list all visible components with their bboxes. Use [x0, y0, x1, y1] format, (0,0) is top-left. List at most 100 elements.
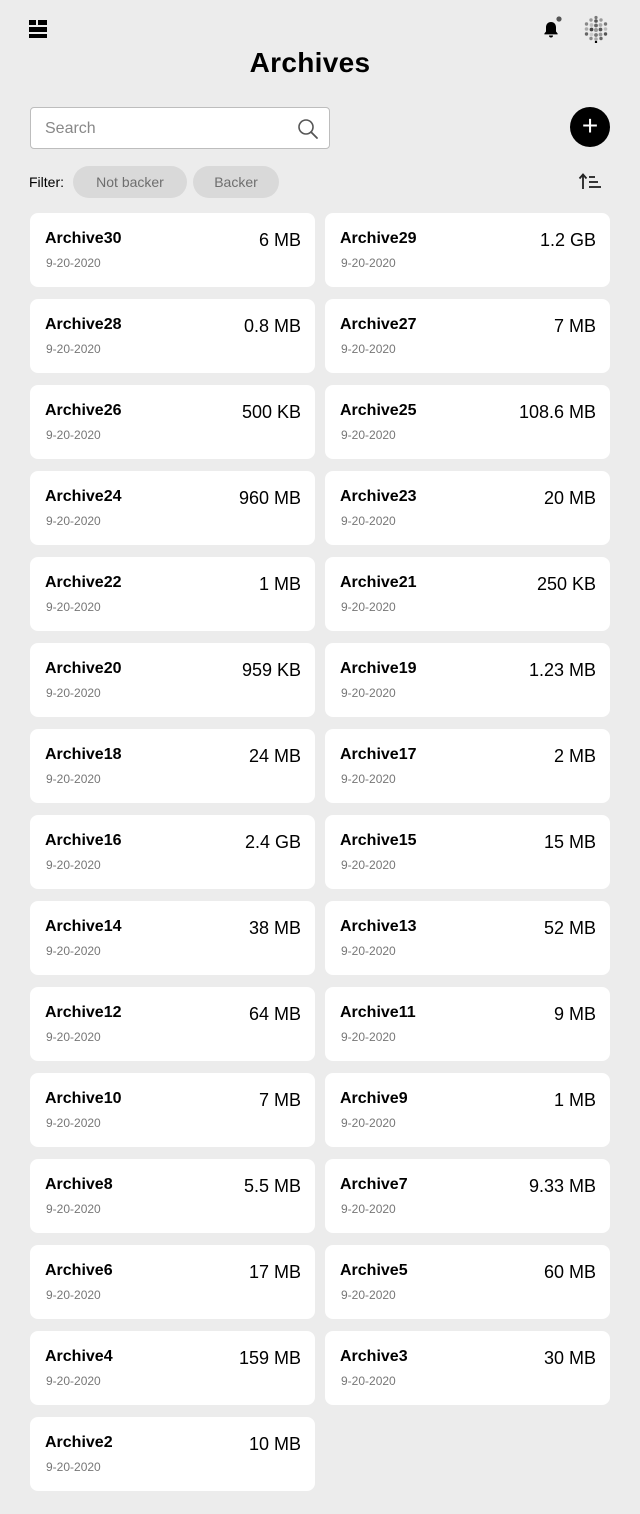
archive-size: 2.4 GB: [244, 832, 301, 852]
search-icon[interactable]: [297, 118, 319, 140]
archive-date: 9-20-2020: [46, 1030, 101, 1044]
archive-name: Archive26: [45, 402, 122, 419]
archive-card[interactable]: Archive17 2 MB 9-20-2020: [325, 729, 610, 803]
archive-size: 1 MB: [258, 574, 301, 594]
archive-size: 7 MB: [258, 1090, 301, 1110]
archive-size: 10 MB: [248, 1434, 301, 1454]
archive-name: Archive18: [45, 746, 122, 763]
archive-name: Archive7: [340, 1176, 408, 1193]
archive-card[interactable]: Archive13 52 MB 9-20-2020: [325, 901, 610, 975]
menu-grid-icon[interactable]: [29, 20, 47, 38]
archive-date: 9-20-2020: [341, 858, 396, 872]
archive-size: 159 MB: [238, 1348, 301, 1368]
avatar-dots-icon[interactable]: [583, 15, 609, 43]
archive-size: 108.6 MB: [518, 402, 596, 422]
archive-name: Archive12: [45, 1004, 122, 1021]
archive-size: 1.23 MB: [528, 660, 596, 680]
archive-date: 9-20-2020: [46, 1116, 101, 1130]
archive-date: 9-20-2020: [46, 600, 101, 614]
archive-size: 960 MB: [238, 488, 301, 508]
filter-label: Filter:: [29, 174, 64, 190]
archive-grid: Archive30 6 MB 9-20-2020 Archive29 1.2 GB 9-2…: [30, 213, 610, 1491]
archive-card[interactable]: Archive26 500 KB 9-20-2020: [30, 385, 315, 459]
archive-size: 24 MB: [248, 746, 301, 766]
archive-card[interactable]: Archive21 250 KB 9-20-2020: [325, 557, 610, 631]
archive-name: Archive28: [45, 316, 122, 333]
archive-card[interactable]: Archive18 24 MB 9-20-2020: [30, 729, 315, 803]
archive-date: 9-20-2020: [341, 600, 396, 614]
archive-date: 9-20-2020: [341, 1116, 396, 1130]
archive-card[interactable]: Archive25 108.6 MB 9-20-2020: [325, 385, 610, 459]
archive-card[interactable]: Archive11 9 MB 9-20-2020: [325, 987, 610, 1061]
archive-card[interactable]: Archive12 64 MB 9-20-2020: [30, 987, 315, 1061]
archive-date: 9-20-2020: [341, 1202, 396, 1216]
search-box: [30, 107, 330, 150]
archive-date: 9-20-2020: [341, 256, 396, 270]
archive-card[interactable]: Archive15 15 MB 9-20-2020: [325, 815, 610, 889]
archive-name: Archive14: [45, 918, 122, 935]
filter-chip-backer[interactable]: Backer: [193, 166, 279, 198]
archive-name: Archive2: [45, 1434, 113, 1451]
archive-date: 9-20-2020: [341, 514, 396, 528]
filter-chip-not-backer[interactable]: Not backer: [73, 166, 187, 198]
page-title: Archives: [249, 47, 371, 78]
archive-size: 20 MB: [543, 488, 596, 508]
sort-ascending-icon[interactable]: [578, 172, 602, 192]
archive-name: Archive20: [45, 660, 122, 677]
bell-icon[interactable]: [540, 16, 564, 40]
archive-card[interactable]: Archive23 20 MB 9-20-2020: [325, 471, 610, 545]
archive-card[interactable]: Archive7 9.33 MB 9-20-2020: [325, 1159, 610, 1233]
archive-date: 9-20-2020: [46, 428, 101, 442]
archive-name: Archive13: [340, 918, 417, 935]
archive-card[interactable]: Archive19 1.23 MB 9-20-2020: [325, 643, 610, 717]
archive-name: Archive11: [340, 1004, 416, 1021]
archive-date: 9-20-2020: [46, 944, 101, 958]
archive-card[interactable]: Archive14 38 MB 9-20-2020: [30, 901, 315, 975]
archive-size: 38 MB: [248, 918, 301, 938]
archive-name: Archive16: [45, 832, 122, 849]
archive-card[interactable]: Archive6 17 MB 9-20-2020: [30, 1245, 315, 1319]
archive-date: 9-20-2020: [46, 1202, 101, 1216]
archive-card[interactable]: Archive28 0.8 MB 9-20-2020: [30, 299, 315, 373]
archive-name: Archive17: [340, 746, 417, 763]
archive-size: 1 MB: [553, 1090, 596, 1110]
archive-size: 15 MB: [543, 832, 596, 852]
archive-name: Archive29: [340, 230, 417, 247]
archive-card[interactable]: Archive24 960 MB 9-20-2020: [30, 471, 315, 545]
archive-date: 9-20-2020: [46, 256, 101, 270]
archive-date: 9-20-2020: [46, 1460, 101, 1474]
archive-name: Archive23: [340, 488, 417, 505]
archive-size: 1.2 GB: [539, 230, 596, 250]
archive-card[interactable]: Archive16 2.4 GB 9-20-2020: [30, 815, 315, 889]
archive-size: 9.33 MB: [528, 1176, 596, 1196]
archive-date: 9-20-2020: [341, 772, 396, 786]
add-archive-button[interactable]: +: [570, 107, 610, 147]
archive-date: 9-20-2020: [341, 944, 396, 958]
archive-size: 2 MB: [553, 746, 596, 766]
archive-name: Archive19: [340, 660, 417, 677]
archive-card[interactable]: Archive9 1 MB 9-20-2020: [325, 1073, 610, 1147]
archive-name: Archive6: [45, 1262, 113, 1279]
archive-card[interactable]: Archive22 1 MB 9-20-2020: [30, 557, 315, 631]
archive-name: Archive27: [340, 316, 417, 333]
archive-date: 9-20-2020: [341, 1374, 396, 1388]
archive-card[interactable]: Archive30 6 MB 9-20-2020: [30, 213, 315, 287]
archive-card[interactable]: Archive27 7 MB 9-20-2020: [325, 299, 610, 373]
archive-card[interactable]: Archive2 10 MB 9-20-2020: [30, 1417, 315, 1491]
archive-date: 9-20-2020: [46, 342, 101, 356]
archive-card[interactable]: Archive10 7 MB 9-20-2020: [30, 1073, 315, 1147]
search-input[interactable]: [43, 108, 297, 150]
archive-card[interactable]: Archive8 5.5 MB 9-20-2020: [30, 1159, 315, 1233]
archive-name: Archive22: [45, 574, 122, 591]
archive-date: 9-20-2020: [341, 428, 396, 442]
archive-card[interactable]: Archive20 959 KB 9-20-2020: [30, 643, 315, 717]
archive-date: 9-20-2020: [46, 1374, 101, 1388]
archive-card[interactable]: Archive5 60 MB 9-20-2020: [325, 1245, 610, 1319]
archive-name: Archive10: [45, 1090, 122, 1107]
archive-card[interactable]: Archive3 30 MB 9-20-2020: [325, 1331, 610, 1405]
archive-card[interactable]: Archive4 159 MB 9-20-2020: [30, 1331, 315, 1405]
archive-date: 9-20-2020: [46, 1288, 101, 1302]
archive-name: Archive15: [340, 832, 417, 849]
archive-name: Archive30: [45, 230, 122, 247]
archive-card[interactable]: Archive29 1.2 GB 9-20-2020: [325, 213, 610, 287]
